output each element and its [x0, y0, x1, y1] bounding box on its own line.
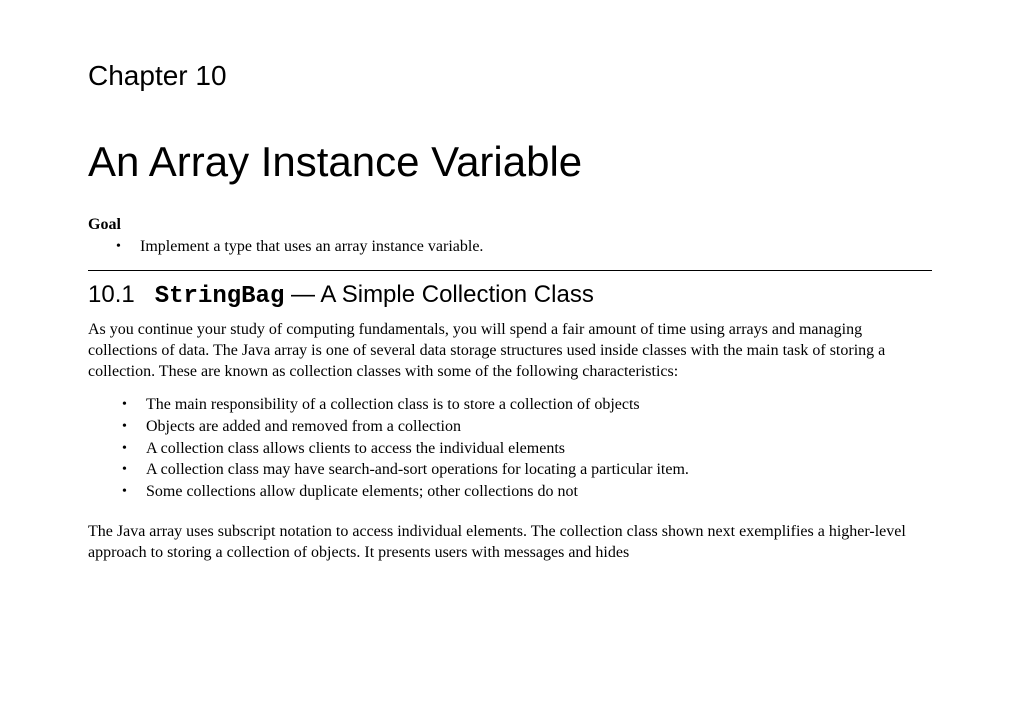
- closing-paragraph: The Java array uses subscript notation t…: [88, 522, 932, 564]
- goal-item: Implement a type that uses an array inst…: [116, 238, 932, 256]
- section-divider: [88, 270, 932, 271]
- list-item: A collection class may have search-and-s…: [146, 459, 932, 481]
- chapter-label: Chapter 10: [88, 60, 932, 92]
- list-item: Some collections allow duplicate element…: [146, 481, 932, 503]
- characteristics-list: The main responsibility of a collection …: [88, 394, 932, 502]
- list-item: The main responsibility of a collection …: [146, 394, 932, 416]
- goal-heading: Goal: [88, 216, 932, 234]
- section-rest: — A Simple Collection Class: [284, 281, 593, 308]
- list-item: Objects are added and removed from a col…: [146, 416, 932, 438]
- section-heading: 10.1 StringBag — A Simple Collection Cla…: [88, 281, 932, 310]
- chapter-title: An Array Instance Variable: [88, 138, 932, 186]
- goal-list: Implement a type that uses an array inst…: [88, 238, 932, 256]
- intro-paragraph: As you continue your study of computing …: [88, 320, 932, 382]
- list-item: A collection class allows clients to acc…: [146, 438, 932, 460]
- section-code: StringBag: [155, 283, 285, 310]
- section-number: 10.1: [88, 281, 135, 308]
